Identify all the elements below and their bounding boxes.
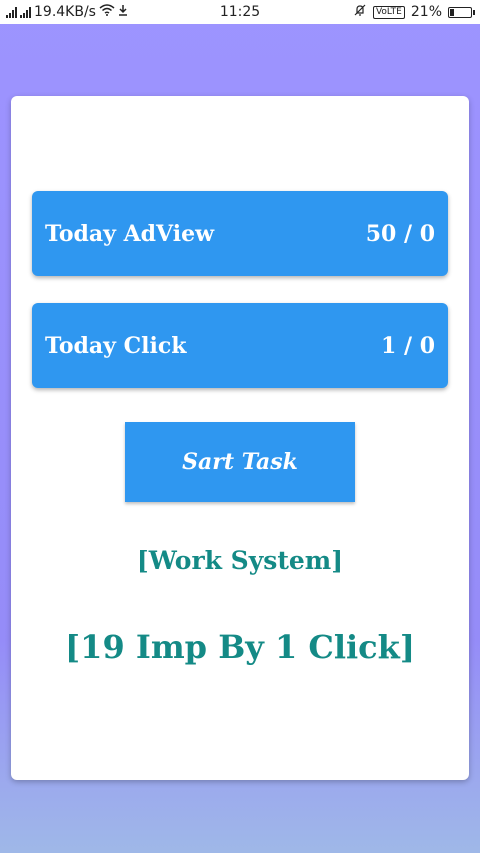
today-click-label: Today Click — [45, 332, 187, 359]
work-system-text: [Work System] — [136, 546, 344, 575]
battery-percent: 21% — [410, 4, 442, 20]
task-card: Today AdView 50 / 0 Today Click 1 / 0 Sa… — [11, 96, 469, 780]
today-adview-row: Today AdView 50 / 0 — [32, 191, 448, 276]
volte-badge: VoLTE — [372, 5, 405, 19]
status-bar: 19.4KB/s 11:25 VoLTE 21% — [0, 0, 480, 24]
status-right: VoLTE 21% — [353, 0, 475, 24]
battery-fill — [450, 8, 454, 16]
battery-icon — [448, 6, 475, 18]
today-click-value: 1 / 0 — [381, 332, 435, 359]
today-click-row: Today Click 1 / 0 — [32, 303, 448, 388]
start-task-button[interactable]: Sart Task — [125, 422, 355, 502]
imp-by-click-text: [19 Imp By 1 Click] — [65, 628, 415, 666]
mute-bell-icon — [353, 3, 367, 21]
today-adview-value: 50 / 0 — [365, 220, 435, 247]
today-adview-label: Today AdView — [45, 220, 215, 247]
